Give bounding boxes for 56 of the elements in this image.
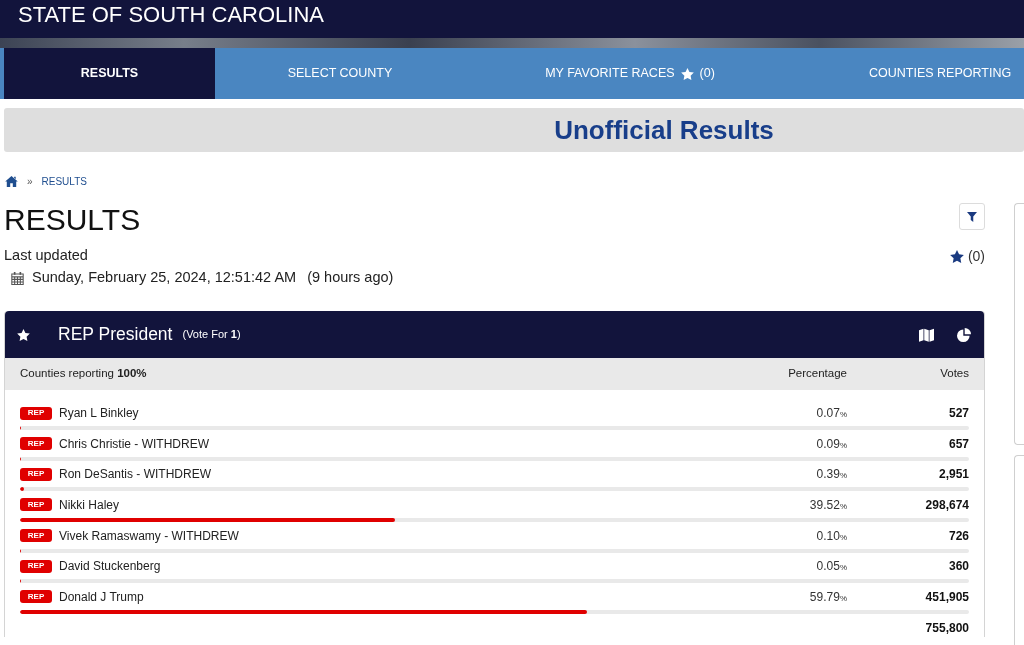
last-updated-label: Last updated [4, 246, 88, 266]
vote-count: 360 [947, 558, 969, 576]
candidate-name: Ryan L Binkley [59, 405, 140, 422]
page-title: RESULTS [4, 203, 141, 237]
party-tag: REP [20, 406, 52, 420]
breadcrumb-separator: » [27, 174, 33, 189]
vote-count: 2,951 [937, 466, 969, 484]
vote-percentage: 0.05% [816, 558, 847, 576]
party-tag: REP [20, 529, 52, 543]
banner-title: Unofficial Results [554, 113, 774, 147]
party-tag: REP [20, 559, 52, 573]
column-header: Votes [939, 366, 969, 382]
home-icon[interactable] [5, 175, 18, 187]
map-icon[interactable] [919, 327, 934, 342]
nav-tab[interactable]: SELECT COUNTY [215, 48, 465, 99]
total-votes: 755,800 [925, 619, 969, 637]
party-tag: REP [20, 437, 52, 451]
vote-count: 298,674 [924, 496, 969, 514]
calendar-icon [11, 271, 24, 285]
relative-time: (9 hours ago) [307, 268, 394, 288]
vote-count: 726 [947, 527, 969, 545]
vote-percentage: 39.52% [809, 496, 847, 514]
pie-chart-icon[interactable] [957, 327, 971, 342]
candidate-name: Vivek Ramaswamy - WITHDREW [59, 527, 240, 545]
vote-count: 451,905 [924, 588, 969, 606]
favorites-count-link[interactable]: (0) [949, 245, 985, 267]
candidate-name: Ron DeSantis - WITHDREW [59, 466, 213, 484]
nav-tab[interactable]: MY FAVORITE RACES (0) [465, 48, 795, 99]
vote-percentage: 0.39% [816, 466, 847, 484]
vote-percentage: 59.79% [809, 588, 847, 606]
vote-percentage: 0.09% [816, 435, 847, 453]
filter-button[interactable] [959, 203, 985, 230]
candidate-name: David Stuckenberg [59, 558, 162, 576]
star-icon [949, 249, 964, 263]
breadcrumb-link[interactable]: RESULTS [41, 173, 87, 189]
candidate-name: Nikki Haley [59, 496, 120, 514]
race-title: REP President [58, 323, 173, 347]
star-icon[interactable] [17, 328, 30, 341]
vote-count: 527 [947, 405, 969, 422]
filter-icon [967, 211, 977, 222]
star-icon [680, 67, 694, 80]
vote-count: 657 [947, 435, 969, 453]
party-tag: REP [20, 467, 52, 481]
candidate-name: Donald J Trump [59, 588, 145, 606]
vote-percentage: 0.07% [816, 405, 847, 422]
vote-for-label: (Vote For 1) [182, 327, 241, 343]
counties-reporting: Counties reporting 100% [20, 366, 148, 382]
candidate-name: Chris Christie - WITHDREW [59, 435, 210, 453]
nav-tab[interactable]: RESULTS [4, 48, 215, 99]
party-tag: REP [20, 498, 52, 512]
party-tag: REP [20, 590, 52, 604]
nav-tab[interactable]: COUNTIES REPORTING [795, 48, 1024, 99]
vote-percentage: 0.10% [816, 527, 847, 545]
timestamp: Sunday, February 25, 2024, 12:51:42 AM [32, 268, 297, 288]
site-title: STATE OF SOUTH CAROLINA [18, 1, 324, 29]
column-header: Percentage [788, 366, 847, 382]
